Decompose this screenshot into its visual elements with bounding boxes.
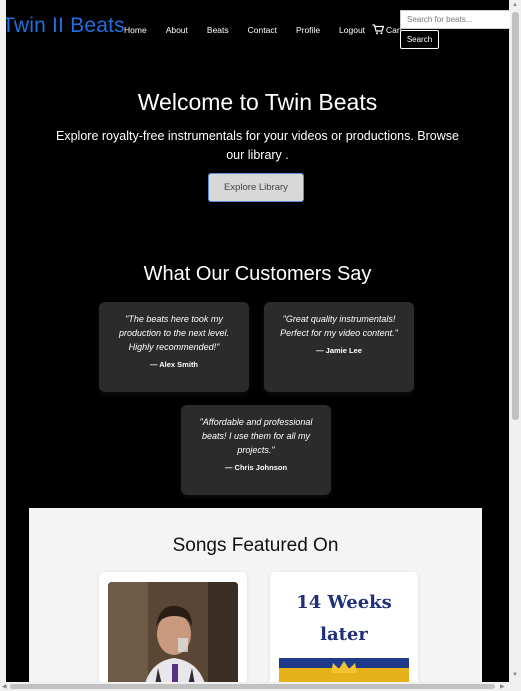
- artist-photo: [108, 582, 238, 682]
- horizontal-scrollbar[interactable]: ◀ ▶: [0, 682, 510, 691]
- vertical-scroll-thumb[interactable]: [512, 12, 519, 420]
- cart-link[interactable]: Cart 2: [372, 19, 409, 35]
- testimonial-author: — Chris Johnson: [224, 463, 288, 472]
- site-logo[interactable]: Twin II Beats: [6, 14, 125, 38]
- song-card[interactable]: 14 Weeks later: [270, 572, 418, 682]
- featured-section: Songs Featured On 14 Weeks later: [29, 508, 482, 682]
- artist-photo-illustration: [108, 582, 238, 682]
- search-button[interactable]: Search: [400, 30, 439, 49]
- album-cover-title: 14 Weeks: [296, 592, 392, 613]
- hero-subtitle: Explore royalty-free instrumentals for y…: [56, 129, 459, 162]
- cart-icon: [372, 24, 385, 35]
- vertical-scrollbar[interactable]: ▲ ▼: [510, 0, 521, 682]
- testimonial-author: — Jamie Lee: [316, 346, 362, 355]
- horizontal-scroll-thumb[interactable]: [10, 684, 495, 689]
- testimonial-card: "The beats here took my production to th…: [99, 302, 249, 392]
- nav-beats-link[interactable]: Beats: [207, 25, 229, 35]
- nav-home-link[interactable]: Home: [124, 25, 147, 35]
- testimonial-card: "Great quality instrumentals! Perfect fo…: [264, 302, 414, 392]
- scroll-left-arrow-icon[interactable]: ◀: [2, 683, 7, 690]
- crown-icon: [331, 661, 357, 673]
- nav-profile-link[interactable]: Profile: [296, 25, 320, 35]
- testimonial-card: "Affordable and professional beats! I us…: [181, 405, 331, 495]
- scroll-down-arrow-icon[interactable]: ▼: [512, 672, 518, 678]
- search-input[interactable]: [400, 10, 521, 29]
- testimonial-quote: "Affordable and professional beats! I us…: [199, 417, 313, 455]
- testimonials-heading: What Our Customers Say: [143, 263, 372, 285]
- nav-logout-link[interactable]: Logout: [339, 25, 365, 35]
- hero-title: Welcome to Twin Beats: [137, 89, 378, 115]
- testimonial-quote: "Great quality instrumentals! Perfect fo…: [280, 314, 398, 338]
- page-viewport: Twin II Beats Home About Beats Contact P…: [6, 0, 509, 682]
- nav-contact-link[interactable]: Contact: [248, 25, 277, 35]
- song-card[interactable]: [99, 572, 247, 682]
- testimonial-quote: "The beats here took my production to th…: [118, 314, 230, 352]
- scroll-right-arrow-icon[interactable]: ▶: [500, 683, 505, 690]
- testimonial-author: — Alex Smith: [149, 360, 199, 369]
- album-cover-subtitle: later: [320, 624, 368, 645]
- explore-library-button[interactable]: Explore Library: [208, 173, 304, 202]
- nav-links: Home About Beats Contact Profile Logout …: [124, 19, 409, 35]
- featured-heading: Songs Featured On: [172, 535, 339, 556]
- search-area: Search: [400, 10, 521, 49]
- scroll-up-arrow-icon[interactable]: ▲: [512, 2, 518, 8]
- album-cover: 14 Weeks later: [279, 582, 409, 682]
- nav-about-link[interactable]: About: [166, 25, 188, 35]
